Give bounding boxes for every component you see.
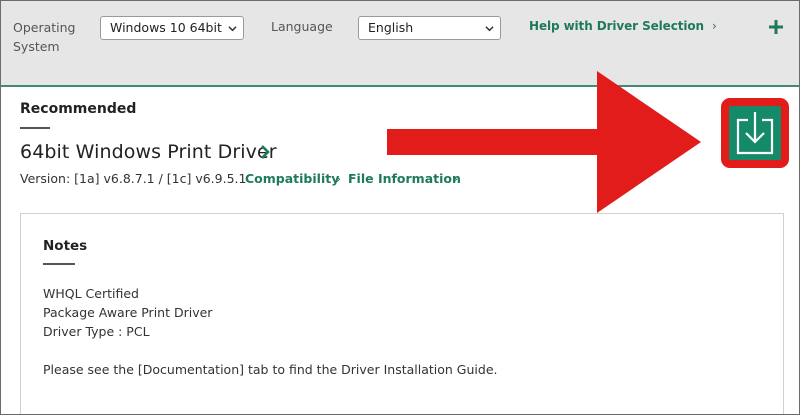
os-select[interactable]: Windows 10 64bit — [100, 16, 244, 40]
chevron-down-icon — [485, 26, 494, 32]
notes-heading: Notes — [43, 238, 88, 254]
plus-icon[interactable] — [768, 19, 784, 35]
note-line: Please see the [Documentation] tab to fi… — [43, 362, 498, 377]
heading-underline — [43, 263, 75, 265]
download-icon — [736, 112, 774, 155]
language-label: Language — [271, 19, 333, 34]
driver-name-link[interactable]: 64bit Windows Print Driver — [20, 141, 277, 163]
os-select-value: Windows 10 64bit — [110, 20, 222, 35]
notes-panel: Notes WHQL Certified Package Aware Print… — [20, 213, 784, 414]
compatibility-link[interactable]: Compatibility — [245, 171, 339, 186]
language-select[interactable]: English — [358, 16, 501, 40]
chevron-right-icon: › — [336, 171, 341, 186]
os-label: Operating System — [13, 20, 76, 54]
driver-version: Version: [1a] v6.8.7.1 / [1c] v6.9.5.1 — [20, 171, 247, 186]
note-line: Package Aware Print Driver — [43, 305, 213, 320]
note-line: Driver Type : PCL — [43, 324, 150, 339]
heading-underline — [20, 127, 50, 129]
download-highlight — [721, 98, 789, 168]
help-driver-selection-link[interactable]: Help with Driver Selection › — [529, 19, 717, 33]
chevron-right-icon: › — [711, 19, 717, 33]
download-button[interactable] — [729, 106, 781, 160]
chevron-down-icon — [228, 26, 237, 32]
page-frame: Operating System Windows 10 64bit Langua… — [0, 0, 800, 415]
chevron-right-icon[interactable] — [259, 144, 271, 160]
note-line: WHQL Certified — [43, 286, 139, 301]
help-link-label: Help with Driver Selection — [529, 19, 704, 33]
recommended-heading: Recommended — [20, 101, 137, 117]
language-select-value: English — [368, 20, 414, 35]
red-arrow-annotation — [387, 71, 701, 213]
